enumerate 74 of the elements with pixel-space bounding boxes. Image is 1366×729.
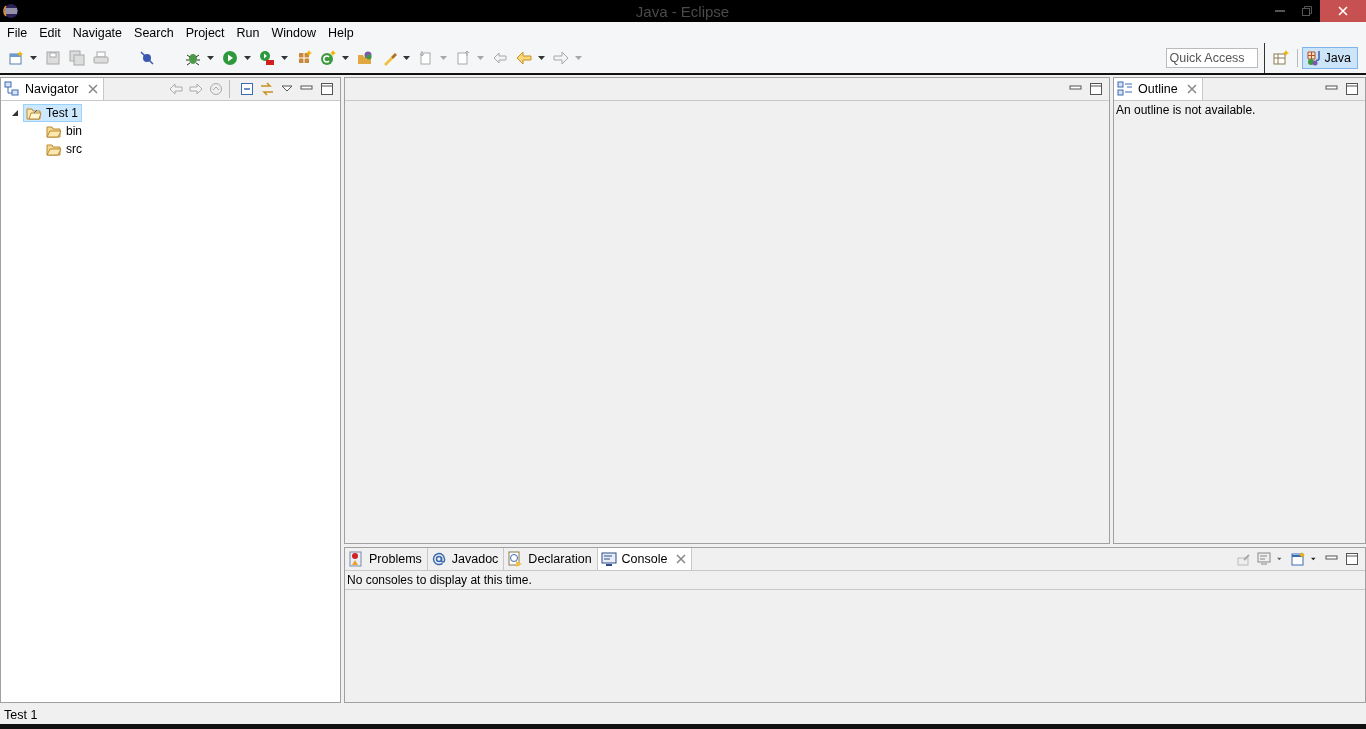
print-icon [93,50,109,66]
menu-item[interactable]: Window [265,25,322,40]
next-annotation-icon [418,50,434,66]
view-tab[interactable]: Console [597,548,693,570]
open-type-icon [357,50,373,66]
run-icon [222,50,238,66]
open-perspective-icon[interactable] [1272,50,1289,66]
menu-item[interactable]: File [1,25,34,40]
dropdown-arrow-icon[interactable] [342,56,349,60]
view-tab[interactable]: Navigator [1,78,104,100]
monitor-icon[interactable] [1257,552,1271,566]
maximize-icon[interactable] [1345,552,1359,566]
minimize-icon [1274,10,1285,12]
tree-item[interactable]: bin [43,122,86,140]
back-icon [516,50,532,66]
close-icon [1338,6,1348,16]
menu-item[interactable]: Search [128,25,180,40]
outline-icon [1117,81,1133,97]
save-all-icon [69,50,85,66]
close-icon[interactable] [1186,84,1197,94]
tree-item[interactable]: src [43,140,86,158]
folder-icon [46,142,62,156]
restore-icon [1301,6,1312,16]
project-folder-icon [26,106,42,120]
dropdown-arrow-icon[interactable] [30,56,37,60]
outline-message: An outline is not available. [1115,102,1257,119]
save-icon [45,50,61,66]
forward-icon [553,50,569,66]
dropdown-arrow-icon[interactable] [538,56,545,60]
console-message: No consoles to display at this time. [345,571,1365,590]
dropdown-arrow-icon[interactable] [403,56,410,60]
link-arrows-icon[interactable] [260,82,274,96]
console-icon [600,551,617,567]
close-icon[interactable] [87,84,98,94]
dropdown-arrow-icon[interactable] [207,56,214,60]
close-button[interactable] [1320,0,1366,22]
problems-icon [348,551,364,567]
dropdown-arrow-icon[interactable] [281,56,288,60]
new-class-icon [320,50,336,66]
view-tab[interactable]: Outline [1114,78,1203,100]
back-arrow-icon[interactable] [169,82,183,96]
menu-item[interactable]: Navigate [66,25,129,40]
pin-icon[interactable] [1237,552,1251,566]
menu-item[interactable]: Help [321,25,360,40]
app-icon [3,3,19,19]
forward-arrow-icon[interactable] [189,82,203,96]
prev-annotation-icon [455,50,471,66]
new-package-icon [296,50,312,66]
new-icon [8,50,24,66]
expanded-arrow-icon[interactable] [10,108,20,118]
external-tools-icon [259,50,275,66]
declaration-icon [507,551,524,567]
collapse-all-icon[interactable] [240,82,254,96]
tree-item[interactable]: Test 1 [23,104,82,122]
quick-access-field[interactable]: Quick Access [1165,48,1258,68]
menu-item[interactable]: Project [179,25,231,40]
dropdown-arrow-icon[interactable] [244,56,251,60]
javadoc-icon [430,551,447,567]
new-window-icon[interactable] [1291,552,1305,566]
folder-icon [46,124,62,138]
window-title: Java - Eclipse [634,2,731,20]
navigator-icon [4,81,20,97]
perspective-button[interactable]: Java [1301,47,1358,69]
close-icon[interactable] [676,554,687,564]
menu-item[interactable]: Run [230,25,266,40]
menu-item[interactable]: Edit [33,25,67,40]
maximize-icon[interactable] [1345,82,1359,96]
maximize-icon[interactable] [320,82,334,96]
last-edit-icon [492,50,508,66]
maximize-icon[interactable] [1089,82,1103,96]
up-icon[interactable] [209,82,223,96]
status-text: Test 1 [3,706,39,724]
skip-breakpoints-icon [139,50,155,66]
java-perspective-icon [1305,50,1322,66]
